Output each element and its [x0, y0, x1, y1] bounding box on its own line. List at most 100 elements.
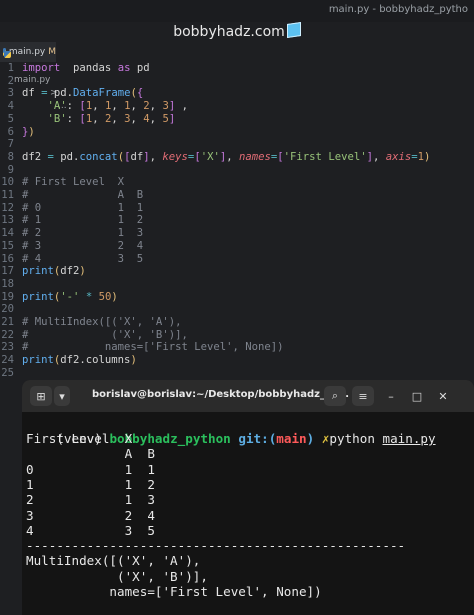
line-number: 11: [1, 189, 14, 201]
code-line[interactable]: 13 # 1 1 2: [0, 214, 474, 227]
line-number: 20: [1, 303, 14, 316]
terminal-output-line: 2 1 3: [26, 492, 155, 508]
line-number: 1: [7, 62, 14, 74]
code-text: # ('X', 'B')],: [22, 328, 188, 341]
code-line[interactable]: 17 print(df2): [0, 265, 474, 278]
code-line[interactable]: 6}): [0, 126, 474, 139]
git-branch: main: [276, 431, 307, 446]
code-text: print('-' * 50): [22, 290, 118, 303]
code-line[interactable]: 23 # names=['First Level', None]): [0, 341, 474, 354]
line-number: 17: [1, 265, 14, 278]
git-label-close: ): [306, 431, 315, 446]
code-line[interactable]: 4 'A': [1, 1, 1, 2, 3] ,: [0, 100, 474, 113]
brand-text: bobbyhadz.com: [173, 24, 285, 40]
code-line[interactable]: 25: [0, 367, 474, 380]
code-text: }): [22, 125, 35, 138]
line-number: 25: [1, 366, 14, 379]
code-line[interactable]: 18: [0, 278, 474, 291]
terminal-output-line: ('X', 'B')],: [26, 568, 208, 584]
line-number: 3: [7, 87, 14, 100]
code-line[interactable]: 3 df = pd.DataFrame({: [0, 87, 474, 100]
code-line[interactable]: 22 # ('X', 'B')],: [0, 329, 474, 342]
terminal-output-line: 4 3 5: [26, 522, 155, 538]
search-icon[interactable]: ⌕: [324, 386, 346, 406]
code-text: df = pd.DataFrame({: [22, 87, 144, 100]
code-line[interactable]: 1 import pandas as pd: [0, 62, 474, 75]
code-line[interactable]: 5 'B': [1, 2, 3, 4, 5]: [0, 113, 474, 126]
code-editor[interactable]: main.py > ... 1 import pandas as pd 2 3 df =…: [0, 51, 474, 380]
code-text: # 0 1 1: [22, 201, 144, 214]
line-number: 23: [1, 341, 14, 354]
minimize-icon[interactable]: –: [380, 386, 402, 406]
terminal-output-line: MultiIndex([('X', 'A'),: [26, 553, 201, 569]
terminal-output-line: names=['First Level', None]): [26, 584, 322, 599]
code-text: # 4 3 5: [22, 252, 144, 265]
line-number: 4: [7, 100, 14, 113]
terminal-output-line: A B: [26, 446, 155, 462]
command: python: [329, 431, 375, 446]
code-line[interactable]: 2: [0, 75, 474, 88]
code-text: import pandas as pd: [22, 62, 150, 74]
code-line[interactable]: 8 df2 = pd.concat([df], keys=['X'], names…: [0, 151, 474, 164]
terminal-output-line: ----------------------------------------…: [26, 538, 406, 554]
code-line[interactable]: 7: [0, 138, 474, 151]
code-line[interactable]: 24 print(df2.columns): [0, 354, 474, 367]
code-text: # names=['First Level', None]): [22, 341, 284, 354]
line-number: 10: [1, 176, 14, 189]
code-text: # MultiIndex([('X', 'A'),: [22, 316, 182, 328]
code-line[interactable]: 14 # 2 1 3: [0, 227, 474, 240]
code-text: # 3 2 4: [22, 239, 144, 252]
line-number: 24: [1, 354, 14, 367]
new-tab-icon[interactable]: ⊞: [30, 386, 52, 406]
python-file-icon: [4, 51, 11, 58]
code-text: 'B': [1, 2, 3, 4, 5]: [47, 112, 176, 125]
git-label: git:(: [238, 431, 277, 446]
terminal-output-line: 3 2 4: [26, 507, 155, 523]
menu-icon[interactable]: ≡: [352, 386, 374, 406]
code-line[interactable]: 19 print('-' * 50): [0, 291, 474, 304]
command-arg: main.py: [382, 431, 436, 446]
line-number: 22: [1, 328, 14, 341]
terminal-output-line: 1 1 2: [26, 476, 155, 492]
code-line[interactable]: 15 # 3 2 4: [0, 240, 474, 253]
terminal-panel[interactable]: ⊞ ▾ borislav@borislav:~/Desktop/bobbyhad…: [22, 380, 474, 615]
code-text: print(df2): [22, 265, 86, 278]
code-line[interactable]: 20: [0, 303, 474, 316]
code-line[interactable]: 21 # MultiIndex([('X', 'A'),: [0, 316, 474, 329]
title-bar: main.py - bobbyhadz_pytho: [0, 0, 474, 22]
line-number: 5: [7, 112, 14, 125]
code-line[interactable]: 9: [0, 164, 474, 177]
line-number: 6: [7, 125, 14, 138]
code-text: # First Level X: [22, 176, 125, 189]
line-number: 19: [1, 290, 14, 303]
cube-icon: [286, 22, 301, 38]
breadcrumb: main.py > ...: [0, 48, 474, 111]
code-line[interactable]: 16 # 4 3 5: [0, 253, 474, 266]
close-icon[interactable]: ✕: [432, 386, 454, 406]
line-number: 15: [1, 239, 14, 252]
code-text: # 1 1 2: [22, 214, 144, 227]
line-number: 2: [7, 74, 14, 87]
code-line[interactable]: 11 # A B: [0, 189, 474, 202]
code-line[interactable]: 10 # First Level X: [0, 176, 474, 189]
line-number: 7: [7, 138, 14, 151]
line-number: 13: [1, 214, 14, 227]
terminal-output-line: 0 1 1: [26, 461, 155, 477]
line-number: 8: [7, 150, 14, 163]
chevron-down-icon[interactable]: ▾: [54, 386, 70, 406]
code-text: print(df2.columns): [22, 354, 137, 367]
window-title: main.py - bobbyhadz_pytho: [328, 4, 468, 15]
line-number: 9: [7, 163, 14, 176]
code-line[interactable]: 12 # 0 1 1: [0, 202, 474, 215]
maximize-icon[interactable]: □: [406, 386, 428, 406]
prompt-line: (venv) bobbyhadz_python git:(main) ✗pyth…: [26, 415, 435, 446]
prompt-line-2[interactable]: (venv) bobbyhadz_python git:(main) ✗: [26, 599, 329, 615]
code-text: # A B: [22, 189, 144, 201]
terminal-output-line: First Level X: [26, 431, 133, 446]
code-text: # 2 1 3: [22, 227, 144, 240]
line-number: 16: [1, 252, 14, 265]
brand-banner: bobbyhadz.com: [0, 22, 474, 42]
code-text: df2 = pd.concat([df], keys=['X'], names=…: [22, 150, 431, 163]
line-number: 18: [1, 277, 14, 290]
line-number: 14: [1, 227, 14, 240]
